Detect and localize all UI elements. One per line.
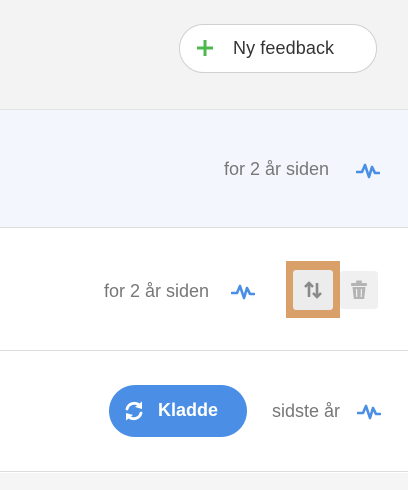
sort-button[interactable] (293, 269, 333, 310)
delete-button[interactable] (340, 271, 378, 309)
feedback-row[interactable]: for 2 år siden (0, 110, 408, 228)
timestamp: for 2 år siden (224, 159, 330, 179)
feedback-row[interactable]: Kladde sidste år (0, 352, 408, 472)
activity-pulse-icon[interactable] (356, 163, 380, 179)
activity-pulse-icon[interactable] (231, 284, 255, 300)
timestamp: sidste år (272, 401, 341, 421)
draft-status-label: Kladde (158, 400, 219, 420)
list-footer (0, 473, 408, 490)
sort-button-focus (286, 261, 340, 318)
sort-icon (304, 280, 322, 299)
activity-pulse-icon[interactable] (357, 404, 381, 420)
feedback-row[interactable]: for 2 år siden (0, 229, 408, 351)
plus-icon (197, 40, 213, 56)
top-toolbar: Ny feedback (0, 0, 408, 110)
refresh-icon (125, 401, 143, 421)
new-feedback-label: Ny feedback (233, 38, 335, 58)
trash-icon (351, 280, 367, 299)
draft-status-button[interactable]: Kladde (109, 385, 247, 437)
new-feedback-button[interactable]: Ny feedback (179, 24, 377, 73)
timestamp: for 2 år siden (104, 281, 210, 301)
